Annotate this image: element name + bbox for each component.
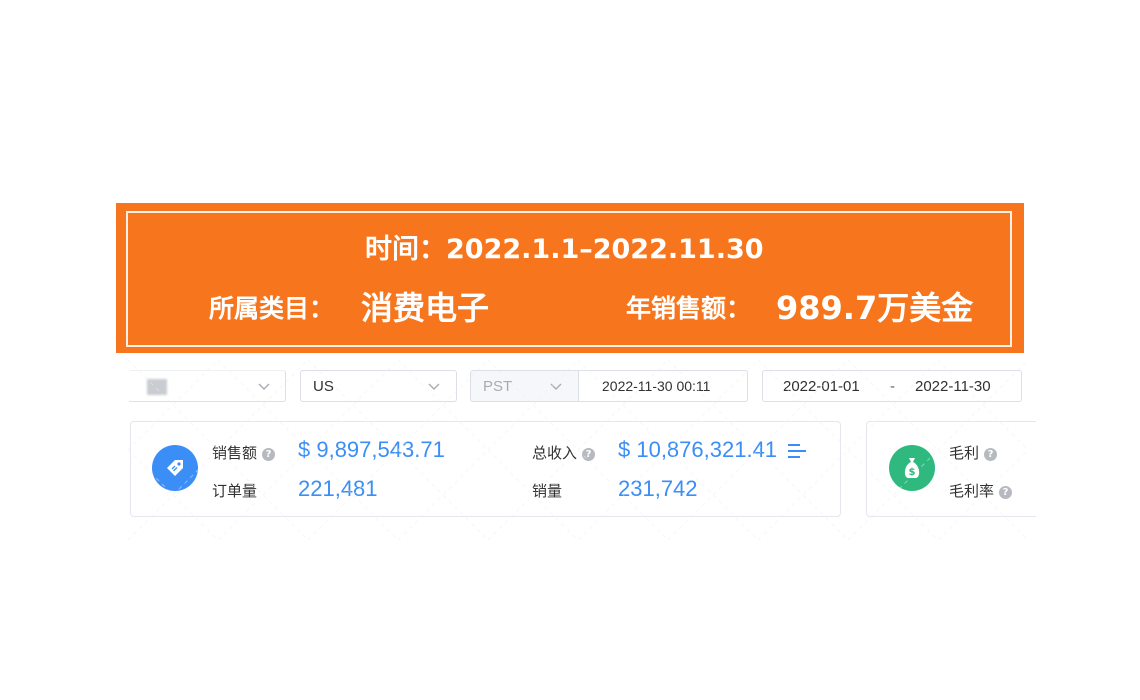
question-icon[interactable]: ? (999, 485, 1013, 499)
timezone-select[interactable]: PST (470, 370, 578, 402)
total-income-label: 总收入? (532, 442, 596, 463)
date-range-picker[interactable]: 2022-01-01 - 2022-11-30 (762, 370, 1022, 402)
country-select-value: US (313, 378, 334, 395)
banner-time-range: 时间：2022.1.1–2022.11.30 (365, 234, 764, 265)
question-icon[interactable]: ? (582, 447, 596, 461)
sales-amount-label: 销售额? (212, 442, 276, 463)
sales-volume-label: 销量 (532, 483, 563, 500)
svg-text:$: $ (909, 467, 916, 478)
banner-sales-label: 年销售额： (626, 294, 752, 323)
banner-sales-value: 989.7万美金 (776, 289, 974, 327)
sales-stats-card (130, 421, 841, 517)
datetime-input-value: 2022-11-30 00:11 (602, 378, 711, 394)
total-income-value: $ 10,876,321.41 (618, 437, 778, 462)
sales-volume-value: 231,742 (618, 476, 698, 501)
order-count-label: 订单量 (212, 483, 258, 500)
date-range-end[interactable]: 2022-11-30 (915, 378, 991, 395)
question-icon[interactable]: ? (984, 447, 998, 461)
date-range-separator: - (890, 378, 895, 395)
datetime-input[interactable]: 2022-11-30 00:11 (578, 370, 748, 402)
chevron-down-icon (549, 379, 563, 393)
banner-category-label: 所属类目： (209, 294, 335, 323)
order-count-value: 221,481 (298, 476, 378, 501)
timezone-select-value: PST (483, 378, 513, 395)
store-select[interactable] (128, 370, 286, 402)
chevron-down-icon (257, 379, 271, 393)
list-icon[interactable] (787, 442, 807, 460)
sales-amount-value: $ 9,897,543.71 (298, 437, 445, 462)
question-icon[interactable]: ? (262, 447, 276, 461)
date-range-start[interactable]: 2022-01-01 (783, 378, 860, 395)
gross-profit-label: 毛利? (949, 442, 998, 463)
gross-margin-label: 毛利率? (949, 480, 1013, 501)
summary-banner: 时间：2022.1.1–2022.11.30 所属类目： 消费电子 年销售额： … (116, 203, 1024, 353)
country-select[interactable]: US (300, 370, 457, 402)
price-tag-icon (152, 445, 198, 491)
money-bag-icon: $ (889, 445, 935, 491)
chevron-down-icon (427, 379, 441, 393)
store-name-blurred (147, 379, 167, 395)
banner-category-value: 消费电子 (361, 289, 490, 327)
